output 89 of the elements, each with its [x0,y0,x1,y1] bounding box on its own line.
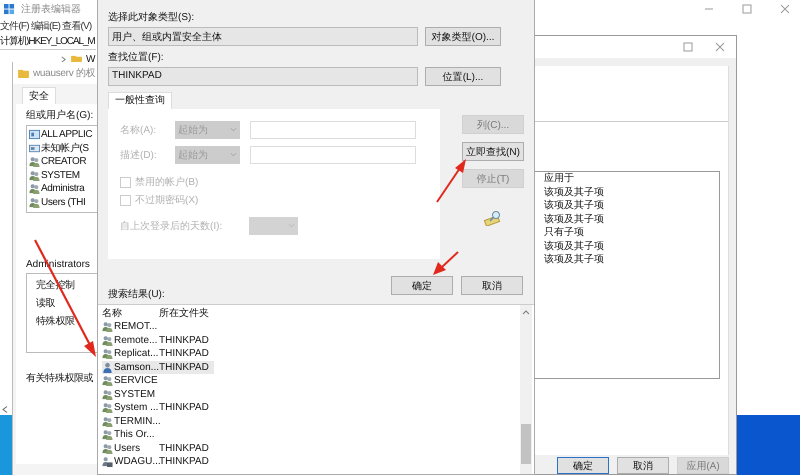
maximize-icon[interactable] [683,42,693,52]
scroll-thumb[interactable] [521,424,531,464]
tree-item[interactable]: W [86,54,96,65]
table-cell: This Or... [114,429,155,440]
table-cell: THINKPAD [159,402,209,414]
table-cell-text: 该项及其子项 [544,186,605,200]
table-cell: WDAGU... [114,456,161,468]
result-row[interactable]: SERVICE [102,374,214,388]
table-cell: REMOT... [114,321,158,332]
table-cell: Samson... [114,362,160,373]
scroll-left-icon[interactable] [2,405,8,414]
list-item[interactable]: ALL APPLIC [41,129,92,140]
result-row[interactable]: REMOT... [102,320,214,334]
window-title: wuauserv 的权 [33,66,96,80]
list-label: 搜索结果(U): [108,289,166,301]
chevron-icon[interactable] [60,56,67,63]
table-cell: System ... [114,402,158,414]
table-cell: Remote... [114,334,158,346]
table-cell: Users [114,442,140,454]
folder-icon [18,68,29,78]
table-cell: THINKPAD [159,442,209,454]
column-header[interactable]: 所在文件夹 [159,306,209,320]
cancel-button[interactable]: 取消 [461,276,523,295]
user-icon [102,362,113,373]
table-cell-text: 该项及其子项 [544,240,605,254]
table-cell-text: 该项及其子项 [544,212,605,226]
registry-icon [4,4,15,14]
dialog-button[interactable]: 立即查找(N) [462,142,524,161]
table-cell-text: 该项及其子项 [544,199,605,213]
scrollbar[interactable] [520,305,532,474]
checkbox-label: 不过期密码(X) [135,194,198,207]
table-cell-text: 只有子项 [544,226,585,240]
result-row[interactable]: Replicat...THINKPAD [102,347,214,360]
table-cell: Replicat... [114,348,158,360]
scroll-up-icon[interactable] [522,310,530,315]
location-button[interactable]: 位置(L)... [425,67,501,86]
table-cell: THINKPAD [159,456,209,468]
field-label: 名称(A): [120,124,158,136]
field-label: 自上次登录后的天数(I): [120,220,224,232]
menu-item[interactable]: 编辑(E) [30,19,60,35]
field-label: 描述(D): [120,148,158,162]
close-icon[interactable] [715,42,725,52]
list-item[interactable]: CREATOR [41,156,86,168]
list-item[interactable]: SYSTEM [41,170,80,181]
ok-button[interactable]: 确定 [391,276,453,295]
table-cell: SERVICE [114,375,158,386]
tab[interactable]: 安全 [22,87,56,104]
list-label: 组或用户名(G): [26,108,94,122]
result-row[interactable]: This Or... [102,428,214,442]
account-icon [29,142,40,154]
list-item[interactable]: Users (THI [41,196,86,208]
location-field: THINKPAD [108,67,418,86]
field-label: 查找位置(F): [108,52,165,64]
list-item[interactable]: Administra [41,183,84,194]
dialog-button[interactable]: 确定 [557,457,609,474]
address-field[interactable]: 计算机\HKEY_LOCAL_M [0,35,96,50]
menu-item[interactable]: 查看(V) [62,19,92,35]
field-label: 选择此对象类型(S): [108,12,196,24]
close-icon[interactable] [780,4,790,14]
maximize-icon[interactable] [742,4,752,14]
list-item: 特殊权限 [36,314,76,328]
table-cell: THINKPAD [159,348,209,360]
annotation-arrow [436,159,466,203]
search-icon [483,210,503,226]
object-type-field: 用户、组或内置安全主体 [108,27,418,46]
table-cell: TERMIN... [114,416,161,427]
column-header[interactable]: 名称 [102,306,159,320]
tab[interactable]: 一般性查询 [108,92,172,109]
list-item: 读取 [36,296,56,310]
result-row[interactable]: TERMIN... [102,414,214,428]
list-item[interactable]: 未知帐户(S [41,141,89,156]
table-cell: SYSTEM [114,388,156,400]
table-cell: THINKPAD [159,334,209,346]
checkbox-label: 禁用的帐户(B) [135,176,198,189]
annotation-arrow [433,251,459,275]
menu-item[interactable]: 文件(F) [0,19,29,35]
table-cell-text: 该项及其子项 [544,253,605,267]
column-header[interactable]: 应用于 [544,172,719,186]
result-row[interactable]: SYSTEM [102,388,214,401]
table-cell: THINKPAD [159,362,209,373]
note-text: 有关特殊权限或 [26,372,94,385]
window-title: 注册表编辑器 [21,2,81,16]
result-row[interactable]: Users THINKPAD [102,442,214,455]
result-row[interactable]: Samson...THINKPAD [102,360,214,374]
result-row[interactable]: Remote... THINKPAD [102,334,214,347]
object-type-button[interactable]: 对象类型(O)... [425,27,501,46]
dialog-button[interactable]: 取消 [617,457,669,474]
result-row[interactable]: System ...THINKPAD [102,401,214,414]
result-row[interactable]: WDAGU...THINKPAD [102,455,214,468]
